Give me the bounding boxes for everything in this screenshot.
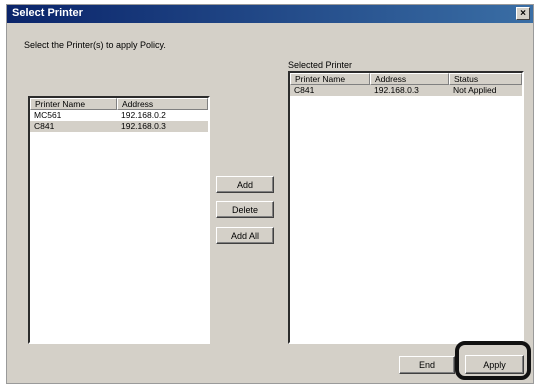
list-item[interactable]: MC561 192.168.0.2 — [30, 110, 208, 121]
close-icon[interactable]: × — [516, 7, 530, 20]
list-header: Printer Name Address Status — [290, 73, 522, 85]
selected-printer-label: Selected Printer — [288, 60, 353, 70]
selected-printers-list[interactable]: Printer Name Address Status C841 192.168… — [288, 71, 524, 344]
title-bar[interactable]: Select Printer × — [7, 5, 533, 23]
select-printer-dialog: Select Printer × Select the Printer(s) t… — [6, 4, 534, 384]
column-header-printer-name[interactable]: Printer Name — [290, 73, 370, 85]
printer-name-cell: C841 — [294, 85, 315, 95]
column-header-address[interactable]: Address — [117, 98, 208, 110]
add-button[interactable]: Add — [216, 176, 274, 193]
delete-button[interactable]: Delete — [216, 201, 274, 218]
printer-name-cell: C841 — [34, 121, 55, 131]
end-button[interactable]: End — [399, 356, 455, 374]
dialog-title: Select Printer — [12, 7, 83, 19]
address-cell: 192.168.0.2 — [121, 110, 166, 120]
column-header-address[interactable]: Address — [370, 73, 449, 85]
list-item[interactable]: C841 192.168.0.3 — [30, 121, 208, 132]
apply-button-highlight — [455, 341, 531, 380]
add-all-button[interactable]: Add All — [216, 227, 274, 244]
column-header-status[interactable]: Status — [449, 73, 522, 85]
available-printers-list[interactable]: Printer Name Address MC561 192.168.0.2 C… — [28, 96, 210, 344]
list-header: Printer Name Address — [30, 98, 208, 110]
address-cell: 192.168.0.3 — [121, 121, 166, 131]
list-item[interactable]: C841 192.168.0.3 Not Applied — [290, 85, 522, 96]
address-cell: 192.168.0.3 — [374, 85, 419, 95]
instruction-label: Select the Printer(s) to apply Policy. — [24, 40, 166, 50]
printer-name-cell: MC561 — [34, 110, 62, 120]
status-cell: Not Applied — [453, 85, 497, 95]
column-header-printer-name[interactable]: Printer Name — [30, 98, 117, 110]
